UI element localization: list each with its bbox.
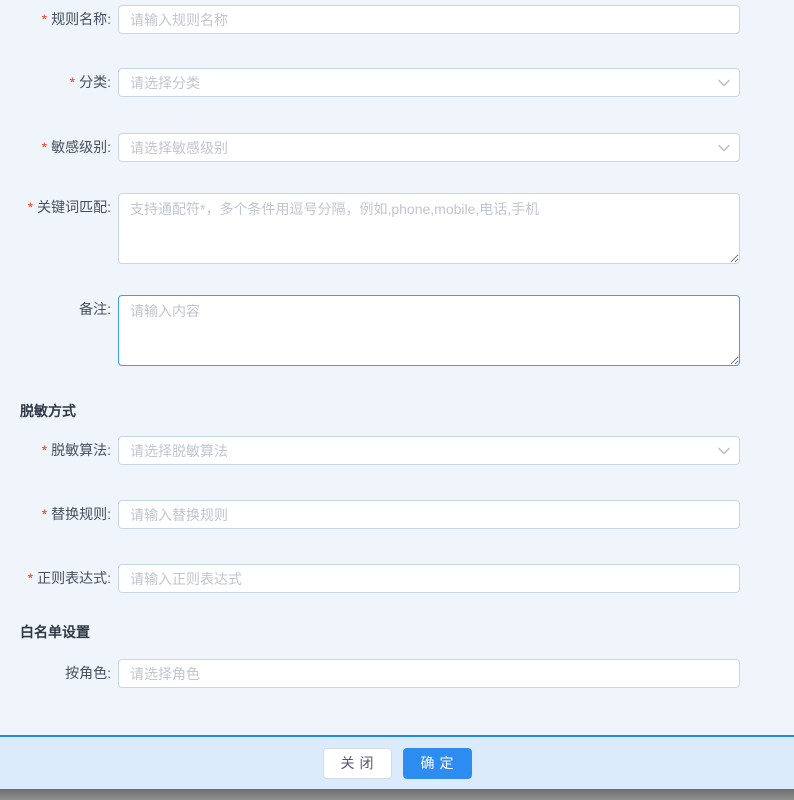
form-row-keyword-match: * 关键词匹配: <box>0 193 794 267</box>
window-bottom-edge <box>0 789 794 800</box>
category-label-text: 分类: <box>79 74 111 90</box>
by-role-label: 按角色: <box>0 659 111 688</box>
by-role-field-wrap <box>118 659 740 688</box>
replacement-rule-label-text: 替换规则: <box>51 506 111 522</box>
form-row-masking-algorithm: * 脱敏算法: <box>0 436 794 465</box>
form-row-category: * 分类: <box>0 68 794 97</box>
close-button[interactable]: 关闭 <box>322 747 392 779</box>
remark-label: 备注: <box>0 295 111 324</box>
remark-textarea[interactable] <box>118 295 740 366</box>
rule-form-dialog-body: *规则名称: *分类: *敏感级别: *关键词匹配: 备注: <box>0 0 794 735</box>
sensitivity-level-select[interactable] <box>118 133 740 162</box>
required-asterisk: * <box>41 139 48 155</box>
required-asterisk: * <box>41 506 48 522</box>
sensitivity-level-label: * 敏感级别: <box>0 133 111 162</box>
required-asterisk: * <box>27 570 34 586</box>
masking-algorithm-label-text: 脱敏算法: <box>51 442 111 458</box>
form-row-by-role: 按角色: <box>0 659 794 688</box>
rule-name-field-wrap <box>118 5 740 34</box>
sensitivity-level-select-input[interactable] <box>118 133 740 162</box>
masking-algorithm-select-input[interactable] <box>118 436 740 465</box>
keyword-match-textarea[interactable] <box>118 193 740 264</box>
required-asterisk: * <box>41 442 48 458</box>
replacement-rule-input[interactable] <box>118 500 740 529</box>
rule-name-label-text: 规则名称: <box>51 11 111 27</box>
regex-input[interactable] <box>118 564 740 593</box>
rule-name-label: * 规则名称: <box>0 5 111 34</box>
category-select-input[interactable] <box>118 68 740 97</box>
keyword-match-label-text: 关键词匹配: <box>37 199 111 215</box>
form-row-sensitivity-level: * 敏感级别: <box>0 133 794 162</box>
by-role-label-text: 按角色: <box>65 665 111 681</box>
masking-algorithm-select[interactable] <box>118 436 740 465</box>
replacement-rule-field-wrap <box>118 500 740 529</box>
masking-algorithm-label: * 脱敏算法: <box>0 436 111 465</box>
required-asterisk: * <box>41 11 48 27</box>
form-row-replacement-rule: * 替换规则: <box>0 500 794 529</box>
by-role-input[interactable] <box>118 659 740 688</box>
category-select[interactable] <box>118 68 740 97</box>
form-row-regex: * 正则表达式: <box>0 564 794 593</box>
keyword-match-field-wrap <box>118 193 740 267</box>
dialog-footer: 关闭 确定 <box>0 737 794 789</box>
form-row-remark: 备注: <box>0 295 794 369</box>
confirm-button[interactable]: 确定 <box>402 747 472 779</box>
required-asterisk: * <box>27 199 34 215</box>
keyword-match-label: * 关键词匹配: <box>0 193 111 222</box>
remark-label-text: 备注: <box>79 301 111 317</box>
regex-field-wrap <box>118 564 740 593</box>
form-row-rule-name: * 规则名称: <box>0 5 794 34</box>
remark-field-wrap <box>118 295 740 369</box>
replacement-rule-label: * 替换规则: <box>0 500 111 529</box>
rule-name-input[interactable] <box>118 5 740 34</box>
category-label: * 分类: <box>0 68 111 97</box>
section-header-masking-method: 脱敏方式 <box>20 403 76 419</box>
required-asterisk: * <box>69 74 76 90</box>
regex-label: * 正则表达式: <box>0 564 111 593</box>
section-header-whitelist-settings: 白名单设置 <box>20 624 90 640</box>
regex-label-text: 正则表达式: <box>37 570 111 586</box>
sensitivity-level-label-text: 敏感级别: <box>51 139 111 155</box>
